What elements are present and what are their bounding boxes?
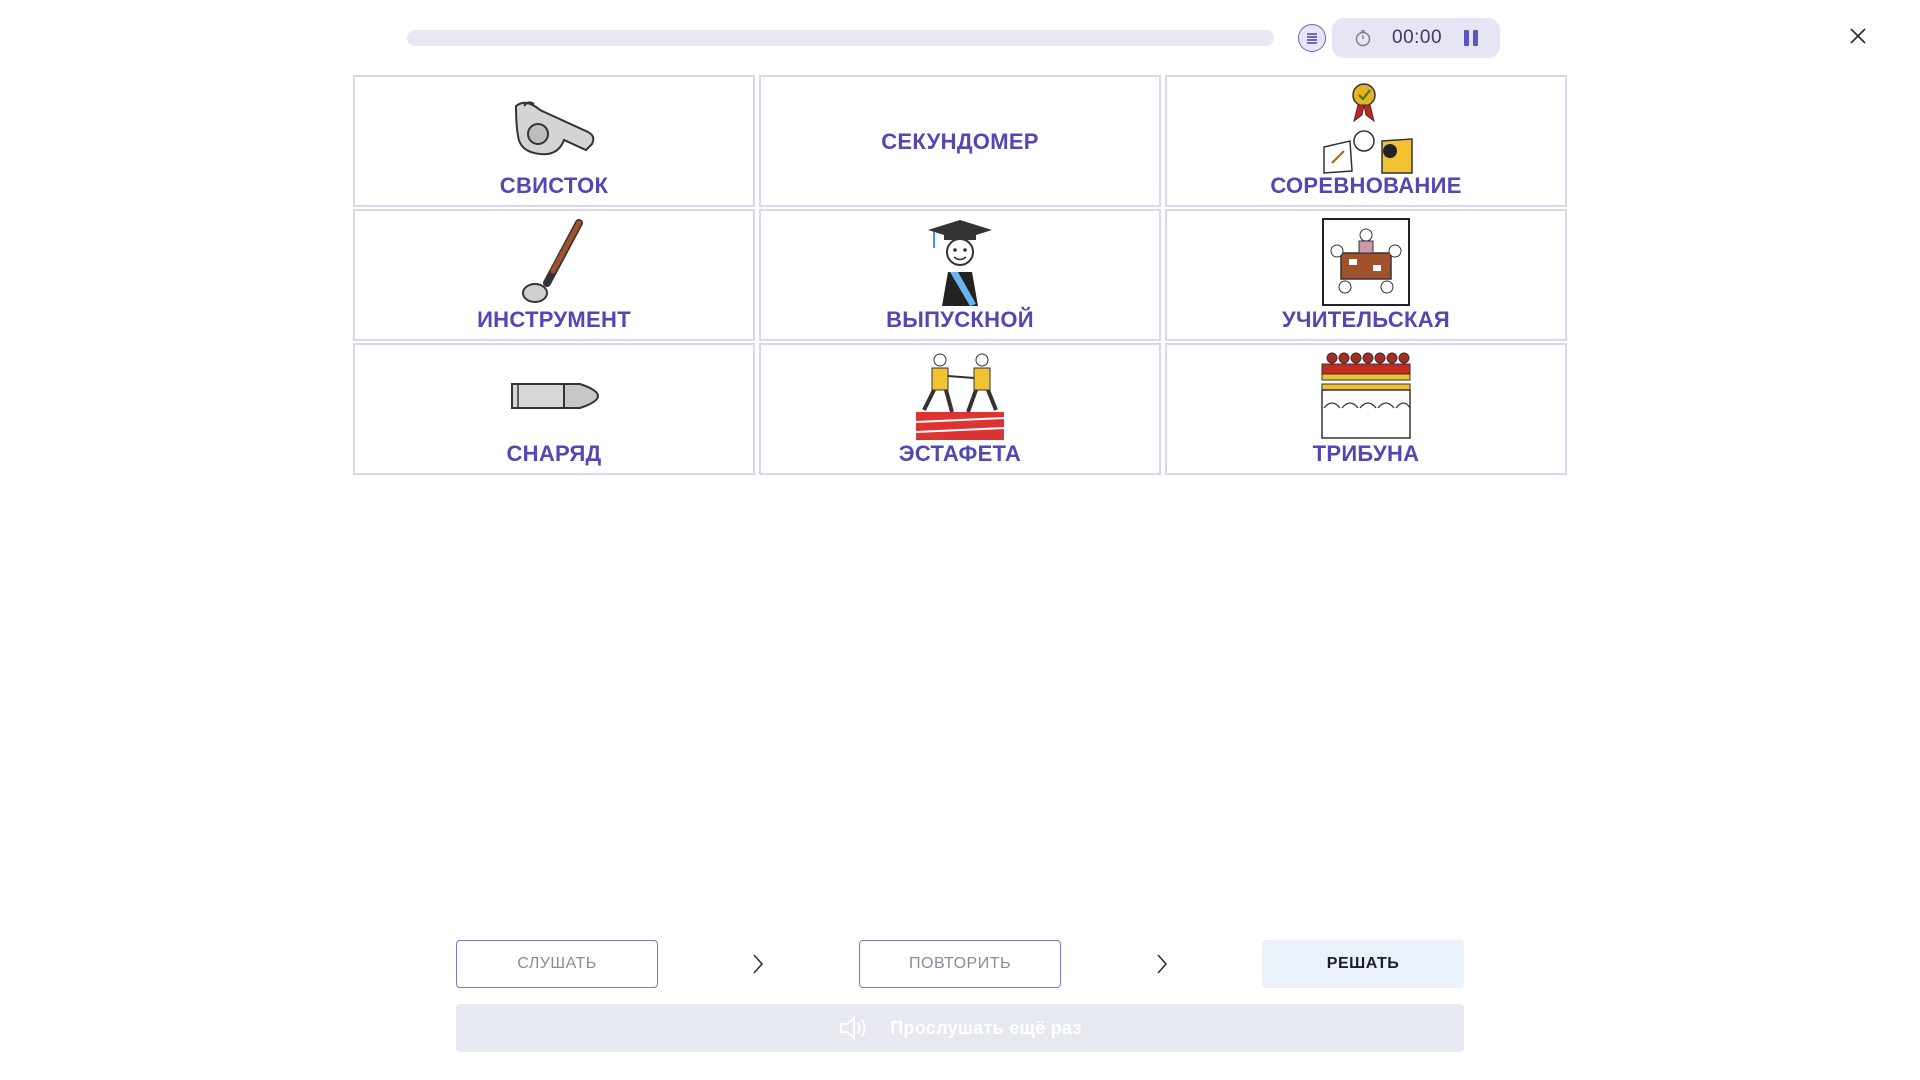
pause-button[interactable] bbox=[1460, 27, 1482, 49]
card-label: ЭСТАФЕТА bbox=[898, 441, 1022, 466]
list-button[interactable] bbox=[1298, 24, 1326, 52]
staff-room-icon bbox=[1316, 217, 1416, 307]
replay-button[interactable]: Прослушать ещё раз bbox=[456, 1004, 1464, 1052]
timer: 00:00 bbox=[1332, 18, 1500, 58]
card-label: ТРИБУНА bbox=[1312, 441, 1420, 466]
competition-icon bbox=[1316, 83, 1416, 174]
timer-value: 00:00 bbox=[1392, 27, 1443, 48]
solve-button[interactable]: РЕШАТЬ bbox=[1262, 940, 1464, 988]
close-icon[interactable] bbox=[1846, 24, 1870, 48]
card-relay[interactable]: ЭСТАФЕТА bbox=[759, 343, 1161, 475]
replay-label: Прослушать ещё раз bbox=[890, 1017, 1082, 1038]
whistle-icon bbox=[504, 83, 604, 173]
ladle-icon bbox=[504, 217, 604, 307]
repeat-button[interactable]: ПОВТОРИТЬ bbox=[859, 940, 1061, 988]
card-label: ВЫПУСКНОЙ bbox=[886, 307, 1034, 332]
relay-race-icon bbox=[910, 351, 1010, 441]
card-label: СВИСТОК bbox=[499, 173, 609, 198]
chevron-right-icon bbox=[1157, 954, 1168, 974]
card-competition[interactable]: СОРЕВНОВАНИЕ bbox=[1165, 75, 1567, 207]
stopwatch-icon bbox=[1355, 30, 1371, 47]
grandstand-icon bbox=[1316, 351, 1416, 441]
pause-icon bbox=[1464, 30, 1469, 46]
answer-grid: СВИСТОК СЕКУНДОМЕР СОРЕВНОВАНИЕ ИНСТРУМЕ… bbox=[353, 75, 1567, 475]
listen-button[interactable]: СЛУШАТЬ bbox=[456, 940, 658, 988]
graduate-icon bbox=[910, 217, 1010, 307]
card-label: СНАРЯД bbox=[506, 441, 602, 466]
card-instrument[interactable]: ИНСТРУМЕНТ bbox=[353, 209, 755, 341]
card-staff-room[interactable]: УЧИТЕЛЬСКАЯ bbox=[1165, 209, 1567, 341]
speaker-icon bbox=[840, 1015, 866, 1041]
card-label: УЧИТЕЛЬСКАЯ bbox=[1281, 307, 1451, 332]
card-label: СОРЕВНОВАНИЕ bbox=[1270, 173, 1462, 198]
bullet-icon bbox=[504, 351, 604, 441]
progress-bar bbox=[407, 30, 1274, 46]
card-projectile[interactable]: СНАРЯД bbox=[353, 343, 755, 475]
card-graduation[interactable]: ВЫПУСКНОЙ bbox=[759, 209, 1161, 341]
chevron-right-icon bbox=[753, 954, 764, 974]
card-label: ИНСТРУМЕНТ bbox=[477, 307, 631, 332]
list-icon bbox=[1307, 33, 1317, 44]
card-label: СЕКУНДОМЕР bbox=[881, 129, 1039, 154]
card-whistle[interactable]: СВИСТОК bbox=[353, 75, 755, 207]
card-stopwatch[interactable]: СЕКУНДОМЕР bbox=[759, 75, 1161, 207]
card-grandstand[interactable]: ТРИБУНА bbox=[1165, 343, 1567, 475]
